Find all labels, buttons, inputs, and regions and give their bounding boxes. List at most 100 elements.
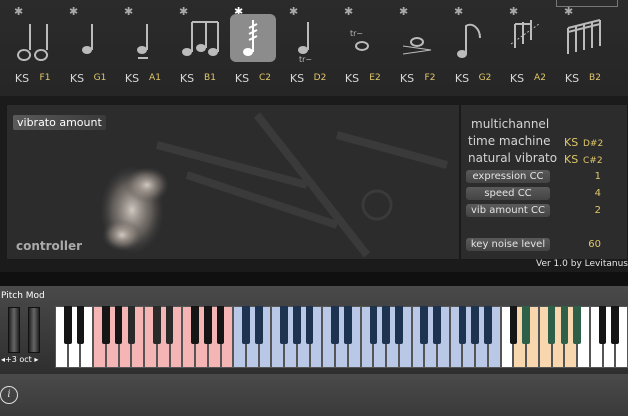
black-key[interactable] — [560, 306, 569, 344]
ks-note[interactable]: F1 — [34, 73, 56, 83]
black-key[interactable] — [433, 306, 441, 344]
mod-wheel[interactable] — [28, 307, 40, 353]
black-key[interactable] — [598, 306, 607, 344]
black-key[interactable] — [458, 306, 467, 344]
natural-vibrato-note[interactable]: C#2 — [583, 156, 603, 166]
tremolo-note-icon[interactable] — [230, 14, 276, 62]
black-key[interactable] — [369, 306, 378, 344]
pitch-wheel[interactable] — [8, 307, 20, 353]
settings-panel: multichannel time machine KS D#2 natural… — [460, 104, 628, 260]
run-note-icon[interactable] — [505, 14, 551, 62]
expression-cc-button[interactable]: expression CC — [466, 170, 550, 183]
black-key[interactable] — [382, 306, 390, 344]
black-key[interactable] — [165, 306, 174, 344]
time-machine-note[interactable]: D#2 — [583, 139, 603, 149]
black-key[interactable] — [63, 306, 72, 344]
articulation-sustain[interactable]: ✱ KS F1 — [10, 0, 56, 96]
articulation-sustain-2[interactable]: ✱ KS G1 — [65, 0, 111, 96]
articulation-staccato[interactable]: ✱ KS A1 — [120, 0, 166, 96]
ks-note[interactable]: B2 — [584, 73, 606, 83]
ks-label: KS — [344, 72, 360, 85]
ks-label: KS — [289, 72, 305, 85]
time-machine-ks: KS — [564, 136, 579, 149]
articulation-legato[interactable]: ✱ KS B1 — [175, 0, 221, 96]
separator — [0, 272, 628, 286]
speed-cc-value[interactable]: 4 — [571, 188, 601, 199]
ks-note[interactable]: B1 — [199, 73, 221, 83]
black-key[interactable] — [331, 306, 339, 344]
ks-note[interactable]: C2 — [254, 73, 276, 83]
vibrato-amount-slider[interactable]: vibrato amount — [13, 115, 106, 130]
octave-shift[interactable]: ◂+3 oct ▸ — [1, 355, 38, 364]
ks-label: KS — [69, 72, 85, 85]
sustain-note-icon[interactable] — [10, 14, 56, 62]
ks-label: KS — [14, 72, 30, 85]
ks-note[interactable]: A1 — [144, 73, 166, 83]
trill-whole-note-icon[interactable]: tr~ — [285, 14, 331, 64]
pitch-mod-label: Pitch Mod — [1, 291, 45, 301]
ks-note[interactable]: D2 — [309, 73, 331, 83]
fall-note-icon[interactable] — [450, 14, 496, 62]
crescendo-note-icon[interactable] — [395, 14, 441, 62]
bottom-bar — [0, 374, 628, 416]
info-icon[interactable]: i — [0, 386, 18, 404]
time-machine-label: time machine — [468, 134, 551, 148]
staccato-note-icon[interactable] — [120, 14, 166, 62]
black-key[interactable] — [394, 306, 403, 344]
articulation-trill-half[interactable]: ✱ tr~ KS E2 — [340, 0, 386, 96]
svg-text:tr~: tr~ — [350, 29, 363, 38]
sustain-2-note-icon[interactable] — [65, 14, 111, 62]
expression-cc-value[interactable]: 1 — [571, 171, 601, 182]
ks-note[interactable]: E2 — [364, 73, 386, 83]
multichannel-toggle[interactable]: multichannel — [471, 117, 549, 131]
black-key[interactable] — [76, 306, 85, 344]
black-key[interactable] — [293, 306, 301, 344]
articulation-bar: ✱ KS F1 ✱ KS G1 ✱ KS A1 ✱ KS B1 ✱ KS C2 ✱ tr~ KS D2 ✱ tr~ KS E… — [0, 0, 628, 96]
trill-half-note-icon[interactable]: tr~ — [340, 14, 386, 62]
ks-label: KS — [564, 72, 580, 85]
key-noise-level-value[interactable]: 60 — [571, 239, 601, 250]
vib-amount-cc-button[interactable]: vib amount CC — [466, 204, 550, 217]
vib-amount-cc-value[interactable]: 2 — [571, 205, 601, 216]
black-key[interactable] — [254, 306, 263, 344]
articulation-tremolo[interactable]: ✱ KS C2 — [230, 0, 276, 96]
ks-note[interactable]: G1 — [89, 73, 111, 83]
speed-cc-button[interactable]: speed CC — [466, 187, 550, 200]
black-key[interactable] — [242, 306, 250, 344]
black-key[interactable] — [471, 306, 479, 344]
black-key[interactable] — [547, 306, 556, 344]
black-key[interactable] — [522, 306, 530, 344]
legato-note-icon[interactable] — [175, 14, 221, 62]
black-key[interactable] — [153, 306, 161, 344]
black-key[interactable] — [127, 306, 136, 344]
piano-keyboard[interactable] — [55, 306, 628, 368]
black-key[interactable] — [484, 306, 492, 344]
ks-note[interactable]: F2 — [419, 73, 441, 83]
controller-label: controller — [16, 239, 83, 253]
key-noise-level-button[interactable]: key noise level — [466, 238, 550, 251]
black-key[interactable] — [573, 306, 581, 344]
ks-label: KS — [399, 72, 415, 85]
black-key[interactable] — [191, 306, 199, 344]
black-key[interactable] — [420, 306, 429, 344]
articulation-fast-run[interactable]: ✱ KS B2 — [560, 0, 606, 96]
articulation-run[interactable]: ✱ KS A2 — [505, 0, 551, 96]
black-key[interactable] — [305, 306, 314, 344]
ks-note[interactable]: A2 — [529, 73, 551, 83]
svg-text:tr~: tr~ — [299, 55, 312, 62]
fast-run-note-icon[interactable] — [560, 14, 606, 62]
black-key[interactable] — [344, 306, 352, 344]
black-key[interactable] — [114, 306, 123, 344]
black-key[interactable] — [203, 306, 212, 344]
black-key[interactable] — [611, 306, 620, 344]
articulation-fall[interactable]: ✱ KS G2 — [450, 0, 496, 96]
black-key[interactable] — [102, 306, 110, 344]
black-key[interactable] — [216, 306, 225, 344]
articulation-crescendo[interactable]: ✱ KS F2 — [395, 0, 441, 96]
ks-note[interactable]: G2 — [474, 73, 496, 83]
ks-label: KS — [234, 72, 250, 85]
black-key[interactable] — [280, 306, 288, 344]
natural-vibrato-ks: KS — [564, 153, 579, 166]
black-key[interactable] — [509, 306, 518, 344]
articulation-trill-whole[interactable]: ✱ tr~ KS D2 — [285, 0, 331, 96]
